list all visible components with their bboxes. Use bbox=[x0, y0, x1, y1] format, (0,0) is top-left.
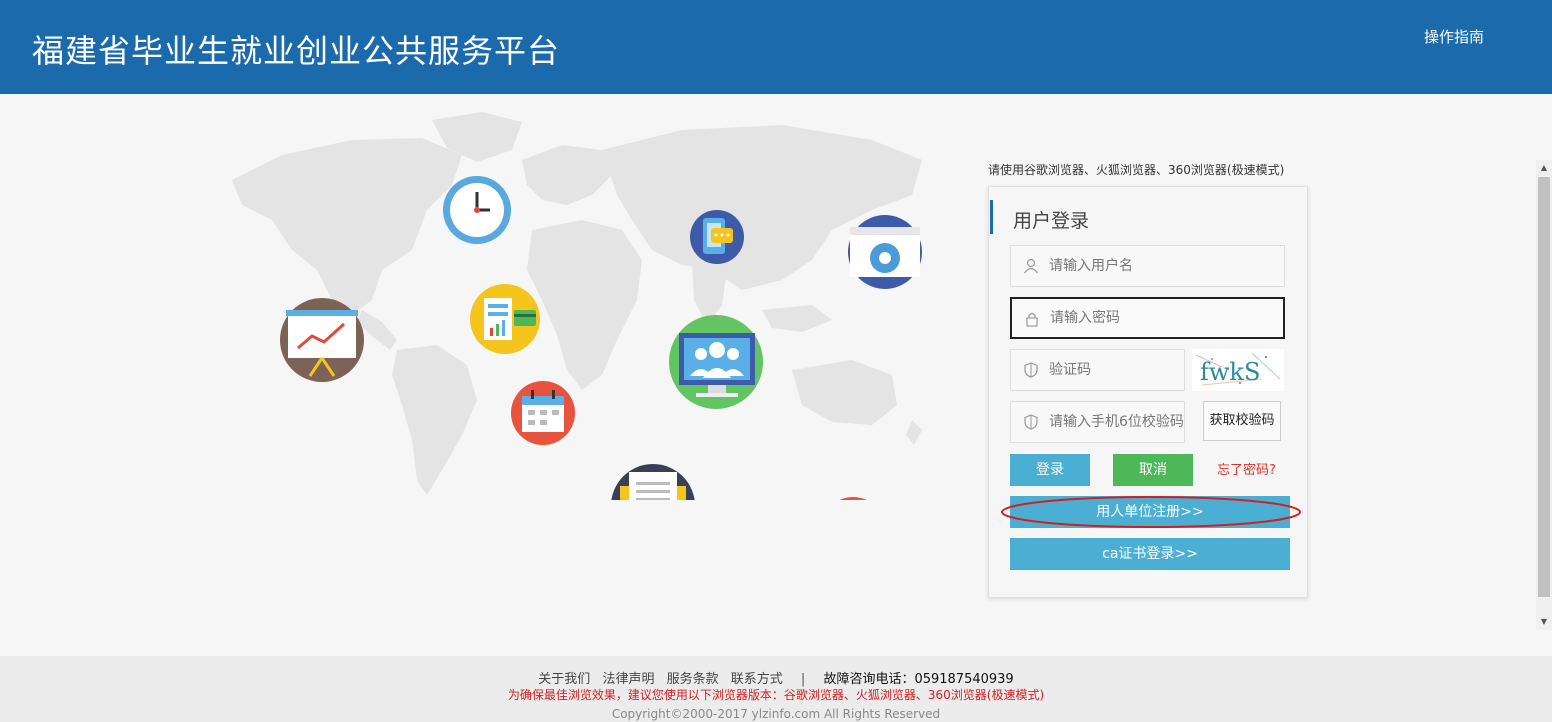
report-chart-icon bbox=[470, 284, 540, 354]
presentation-chart-icon bbox=[280, 298, 364, 382]
clock-icon bbox=[443, 176, 511, 244]
chat-phone-icon bbox=[690, 210, 744, 264]
users-monitor-icon bbox=[669, 315, 763, 409]
scrollbar-thumb[interactable] bbox=[1538, 177, 1550, 597]
login-panel: 用户登录 fwkS 获取校验码 登录 取消 忘了密码? 用人单位注册>> ca证… bbox=[988, 186, 1308, 598]
vertical-scrollbar[interactable]: ▲ ▼ bbox=[1536, 160, 1552, 630]
scroll-up-arrow-icon[interactable]: ▲ bbox=[1536, 160, 1552, 176]
captcha-field[interactable] bbox=[1010, 349, 1185, 391]
footer-links: 关于我们 法律声明 服务条款 联系方式 | 故障咨询电话：05918754093… bbox=[0, 668, 1552, 687]
header: 福建省毕业生就业创业公共服务平台 操作指南 bbox=[0, 0, 1552, 94]
sms-code-field[interactable] bbox=[1010, 401, 1185, 443]
forgot-password-link[interactable]: 忘了密码? bbox=[1217, 459, 1276, 478]
footer-link-about[interactable]: 关于我们 bbox=[538, 672, 590, 687]
chip-icon bbox=[839, 497, 867, 500]
site-title: 福建省毕业生就业创业公共服务平台 bbox=[32, 32, 561, 70]
get-sms-code-button[interactable]: 获取校验码 bbox=[1203, 401, 1281, 441]
password-input[interactable] bbox=[1050, 299, 1280, 337]
settings-window-icon bbox=[848, 215, 922, 289]
support-phone: 故障咨询电话：059187540939 bbox=[823, 672, 1014, 687]
ca-certificate-login-button[interactable]: ca证书登录>> bbox=[1010, 538, 1290, 570]
calendar-icon bbox=[511, 381, 575, 445]
copyright: Copyright©2000-2017 ylzinfo.com All Righ… bbox=[611, 707, 941, 721]
footer-link-terms[interactable]: 服务条款 bbox=[667, 672, 719, 687]
cancel-button[interactable]: 取消 bbox=[1113, 454, 1193, 486]
title-accent-bar bbox=[990, 200, 993, 234]
footer-link-contact[interactable]: 联系方式 bbox=[731, 672, 783, 687]
guide-link[interactable]: 操作指南 bbox=[1424, 26, 1484, 47]
highlight-ellipse bbox=[1001, 496, 1301, 528]
lock-icon bbox=[1026, 312, 1038, 327]
browser-tip: 请使用谷歌浏览器、火狐浏览器、360浏览器(极速模式) bbox=[988, 163, 1285, 177]
world-map-illustration bbox=[232, 112, 922, 500]
captcha-text: fwkS bbox=[1200, 358, 1260, 386]
captcha-image[interactable]: fwkS bbox=[1192, 349, 1284, 391]
envelope-icon bbox=[611, 464, 695, 500]
shield-icon bbox=[1024, 362, 1038, 378]
shield-icon bbox=[1024, 414, 1038, 430]
user-icon bbox=[1024, 258, 1038, 274]
captcha-input[interactable] bbox=[1049, 350, 1179, 390]
footer: 关于我们 法律声明 服务条款 联系方式 | 故障咨询电话：05918754093… bbox=[0, 656, 1552, 722]
login-button[interactable]: 登录 bbox=[1010, 454, 1090, 486]
browser-notice: 为确保最佳浏览效果，建议您使用以下浏览器版本：谷歌浏览器、火狐浏览器、360浏览… bbox=[507, 688, 1045, 702]
username-field[interactable] bbox=[1010, 245, 1285, 287]
footer-link-legal[interactable]: 法律声明 bbox=[602, 672, 654, 687]
password-field[interactable] bbox=[1010, 297, 1285, 339]
username-input[interactable] bbox=[1049, 246, 1279, 286]
scroll-down-arrow-icon[interactable]: ▼ bbox=[1536, 614, 1552, 630]
sms-code-input[interactable] bbox=[1049, 402, 1183, 442]
login-title: 用户登录 bbox=[1013, 210, 1090, 232]
footer-separator: | bbox=[800, 672, 806, 687]
